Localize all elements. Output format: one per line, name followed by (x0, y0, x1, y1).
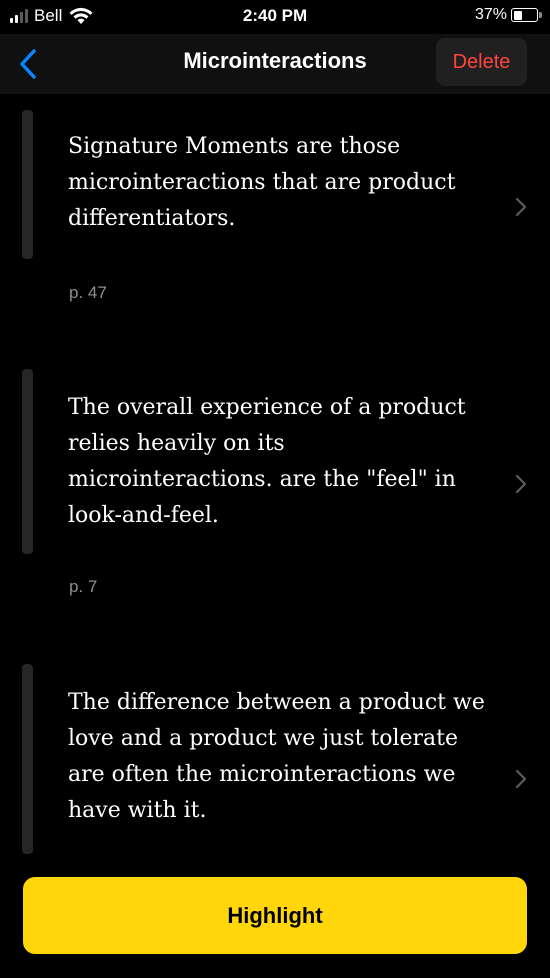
chevron-right-icon (515, 769, 527, 789)
page-reference: p. 47 (69, 283, 107, 302)
quote-item[interactable]: Signature Moments are those microinterac… (0, 110, 550, 380)
quote-list[interactable]: Signature Moments are those microinterac… (0, 94, 550, 978)
highlight-button[interactable]: Highlight (23, 877, 527, 954)
status-time: 2:40 PM (242, 6, 308, 25)
delete-button[interactable]: Delete (436, 38, 527, 86)
status-bar: Bell 2:40 PM 37% (0, 0, 550, 34)
quote-accent-bar (22, 110, 33, 259)
navigation-bar: Microinteractions Delete (0, 34, 550, 94)
quote-text: The difference between a product we love… (68, 690, 485, 823)
quote-accent-bar (22, 664, 33, 854)
chevron-right-icon (515, 474, 527, 494)
battery-icon (511, 8, 542, 22)
quote-text: Signature Moments are those microinterac… (68, 134, 456, 231)
quote-item[interactable]: The overall experience of a product reli… (0, 369, 550, 659)
battery-percent: 37% (474, 6, 507, 23)
quote-accent-bar (22, 369, 33, 554)
page-reference: p. 7 (69, 577, 98, 596)
quote-text: The overall experience of a product reli… (68, 395, 466, 528)
chevron-right-icon (515, 197, 527, 217)
status-right: 37% (474, 6, 542, 24)
